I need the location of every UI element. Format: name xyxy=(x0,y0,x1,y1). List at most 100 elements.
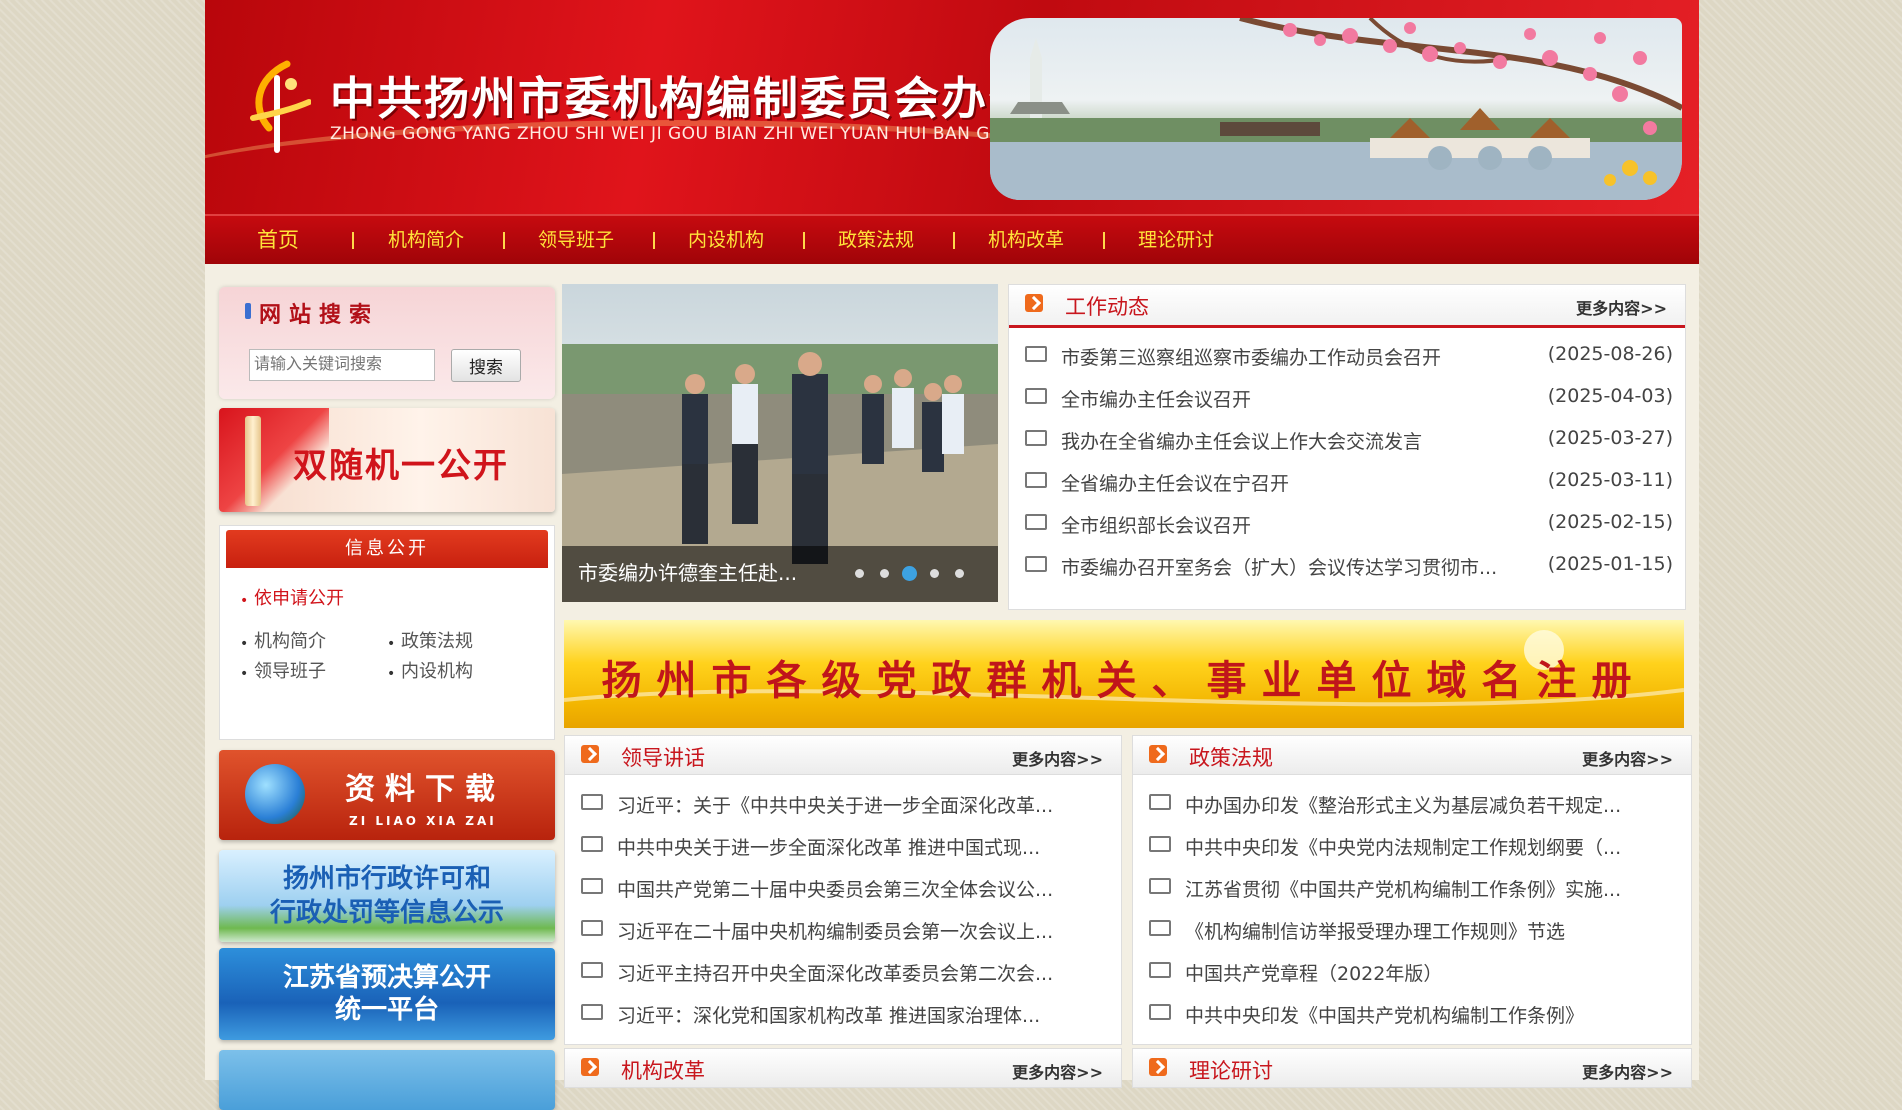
nav-home[interactable]: 首页 xyxy=(257,216,299,264)
admin-permit-label: 扬州市行政许可和 行政处罚等信息公示 xyxy=(219,862,555,930)
nav-reform[interactable]: 机构改革 xyxy=(988,216,1064,264)
folder-icon xyxy=(1025,345,1047,362)
theory-panel: 理论研讨 更多内容>> xyxy=(1132,1048,1692,1088)
news-item[interactable]: 中国共产党第二十届中央委员会第三次全体会议公... xyxy=(581,875,1053,905)
news-title: 全省编办主任会议在宁召开 xyxy=(1061,473,1290,495)
globe-icon xyxy=(245,764,305,824)
bottom-banner[interactable] xyxy=(219,1050,555,1110)
news-item[interactable]: 市委第三巡察组巡察市委编办工作动员会召开 (2025-08-26) xyxy=(1025,343,1673,373)
news-item[interactable]: 习近平主持召开中央全面深化改革委员会第二次会... xyxy=(581,959,1053,989)
reform-panel: 机构改革 更多内容>> xyxy=(564,1048,1122,1088)
nav-divider xyxy=(352,232,354,249)
policy-more-link[interactable]: 更多内容>> xyxy=(1582,746,1673,770)
news-item[interactable]: 我办在全省编办主任会议上作大会交流发言 (2025-03-27) xyxy=(1025,427,1673,457)
news-item[interactable]: 习近平在二十届中央机构编制委员会第一次会议上... xyxy=(581,917,1053,947)
news-date: (2025-01-15) xyxy=(1547,553,1673,575)
nav-about[interactable]: 机构简介 xyxy=(388,216,464,264)
news-item[interactable]: 全市组织部长会议召开 (2025-02-15) xyxy=(1025,511,1673,541)
work-news-header: 工作动态 更多内容>> xyxy=(1009,285,1685,328)
info-apply-link[interactable]: 依申请公开 xyxy=(254,584,344,610)
news-title: 市委第三巡察组巡察市委编办工作动员会召开 xyxy=(1061,347,1442,369)
download-banner[interactable]: 资料下载 ZI LIAO XIA ZAI xyxy=(219,750,555,840)
news-date: (2025-03-11) xyxy=(1547,469,1673,491)
news-title: 习近平：关于《中共中央关于进一步全面深化改革... xyxy=(617,795,1054,817)
arrow-icon xyxy=(1149,745,1167,763)
bullet-icon: • xyxy=(387,636,396,652)
news-title: 《机构编制信访举报受理办理工作规则》节选 xyxy=(1185,921,1566,943)
domain-registration-banner[interactable]: 扬州市各级党政群机关、事业单位域名注册 xyxy=(564,620,1684,728)
leader-speech-panel: 领导讲话 更多内容>> 习近平：关于《中共中央关于进一步全面深化改革... 中共… xyxy=(564,735,1122,1045)
double-random-label: 双随机一公开 xyxy=(293,446,509,486)
news-title: 市委编办召开室务会（扩大）会议传达学习贯彻市... xyxy=(1061,557,1498,579)
theory-header: 理论研讨 更多内容>> xyxy=(1133,1049,1691,1088)
double-random-banner[interactable]: 双随机一公开 xyxy=(219,408,555,512)
pillar-icon xyxy=(245,416,261,506)
slide-dot[interactable] xyxy=(880,569,889,578)
policy-header: 政策法规 更多内容>> xyxy=(1133,736,1691,775)
news-item[interactable]: 全市编办主任会议召开 (2025-04-03) xyxy=(1025,385,1673,415)
search-button[interactable]: 搜索 xyxy=(451,349,521,382)
nav-policy[interactable]: 政策法规 xyxy=(838,216,914,264)
nav-departments[interactable]: 内设机构 xyxy=(688,216,764,264)
news-item[interactable]: 习近平：关于《中共中央关于进一步全面深化改革... xyxy=(581,791,1053,821)
news-item[interactable]: 市委编办召开室务会（扩大）会议传达学习贯彻市... (2025-01-15) xyxy=(1025,553,1673,583)
slide-dot-active[interactable] xyxy=(902,566,917,581)
work-news-panel: 工作动态 更多内容>> 市委第三巡察组巡察市委编办工作动员会召开 (2025-08… xyxy=(1008,284,1686,610)
folder-icon xyxy=(581,919,603,936)
info-link-about[interactable]: 机构简介 xyxy=(254,627,326,653)
news-title: 全市组织部长会议召开 xyxy=(1061,515,1252,537)
theory-more-link[interactable]: 更多内容>> xyxy=(1582,1059,1673,1083)
info-link-leadership[interactable]: 领导班子 xyxy=(254,657,326,683)
news-item[interactable]: 中办国办印发《整治形式主义为基层减负若干规定... xyxy=(1149,791,1621,821)
slide-dot[interactable] xyxy=(955,569,964,578)
news-item[interactable]: 中共中央印发《中国共产党机构编制工作条例》 xyxy=(1149,1001,1584,1031)
news-slideshow[interactable]: 市委编办许德奎主任赴... xyxy=(562,284,998,602)
news-item[interactable]: 中共中央关于进一步全面深化改革 推进中国式现... xyxy=(581,833,1040,863)
news-title: 中国共产党第二十届中央委员会第三次全体会议公... xyxy=(617,879,1054,901)
search-input[interactable] xyxy=(249,349,435,381)
search-marker-icon xyxy=(245,303,251,319)
reform-more-link[interactable]: 更多内容>> xyxy=(1012,1059,1103,1083)
budget-line2: 统一平台 xyxy=(334,995,439,1025)
work-news-more-link[interactable]: 更多内容>> xyxy=(1576,295,1667,319)
slide-dot[interactable] xyxy=(855,569,864,578)
info-link-departments[interactable]: 内设机构 xyxy=(401,657,473,683)
site-title: 中共扬州市委机构编制委员会办公室 xyxy=(330,72,1083,125)
party-logo-icon xyxy=(250,60,311,153)
work-news-title: 工作动态 xyxy=(1065,295,1149,319)
news-item[interactable]: 中国共产党章程（2022年版） xyxy=(1149,959,1442,989)
news-date: (2025-03-27) xyxy=(1547,427,1673,449)
admin-permit-banner[interactable]: 扬州市行政许可和 行政处罚等信息公示 xyxy=(219,850,555,942)
search-title: 网站搜索 xyxy=(259,302,380,328)
news-item[interactable]: 江苏省贯彻《中国共产党机构编制工作条例》实施... xyxy=(1149,875,1621,905)
news-item[interactable]: 习近平：深化党和国家机构改革 推进国家治理体... xyxy=(581,1001,1040,1031)
nav-theory[interactable]: 理论研讨 xyxy=(1138,216,1214,264)
news-title: 习近平：深化党和国家机构改革 推进国家治理体... xyxy=(617,1005,1041,1027)
nav-leadership[interactable]: 领导班子 xyxy=(538,216,614,264)
news-item[interactable]: 中共中央印发《中央党内法规制定工作规划纲要（... xyxy=(1149,833,1621,863)
slide-dot[interactable] xyxy=(930,569,939,578)
nav-divider xyxy=(803,232,805,249)
news-date: (2025-04-03) xyxy=(1547,385,1673,407)
site-pinyin: ZHONG GONG YANG ZHOU SHI WEI JI GOU BIAN… xyxy=(330,124,1067,144)
news-title: 中国共产党章程（2022年版） xyxy=(1185,963,1443,985)
folder-icon xyxy=(581,835,603,852)
budget-platform-banner[interactable]: 江苏省预决算公开 统一平台 xyxy=(219,948,555,1040)
info-link-policy[interactable]: 政策法规 xyxy=(401,627,473,653)
header-banner: 中共扬州市委机构编制委员会办公室 ZHONG GONG YANG ZHOU SH… xyxy=(205,0,1699,214)
info-open-title: 信息公开 xyxy=(226,530,548,568)
folder-icon xyxy=(1149,1003,1171,1020)
folder-icon xyxy=(581,961,603,978)
slide-caption[interactable]: 市委编办许德奎主任赴... xyxy=(578,557,797,586)
news-date: (2025-02-15) xyxy=(1547,511,1673,533)
arrow-icon xyxy=(1149,1058,1167,1076)
domain-registration-text: 扬州市各级党政群机关、事业单位域名注册 xyxy=(601,657,1647,704)
news-item[interactable]: 全省编办主任会议在宁召开 (2025-03-11) xyxy=(1025,469,1673,499)
page-wrapper: 中共扬州市委机构编制委员会办公室 ZHONG GONG YANG ZHOU SH… xyxy=(205,0,1699,1110)
folder-icon xyxy=(1149,961,1171,978)
leader-speech-more-link[interactable]: 更多内容>> xyxy=(1012,746,1103,770)
folder-icon xyxy=(1149,835,1171,852)
news-item[interactable]: 《机构编制信访举报受理办理工作规则》节选 xyxy=(1149,917,1565,947)
news-title: 习近平在二十届中央机构编制委员会第一次会议上... xyxy=(617,921,1054,943)
folder-icon xyxy=(1025,471,1047,488)
